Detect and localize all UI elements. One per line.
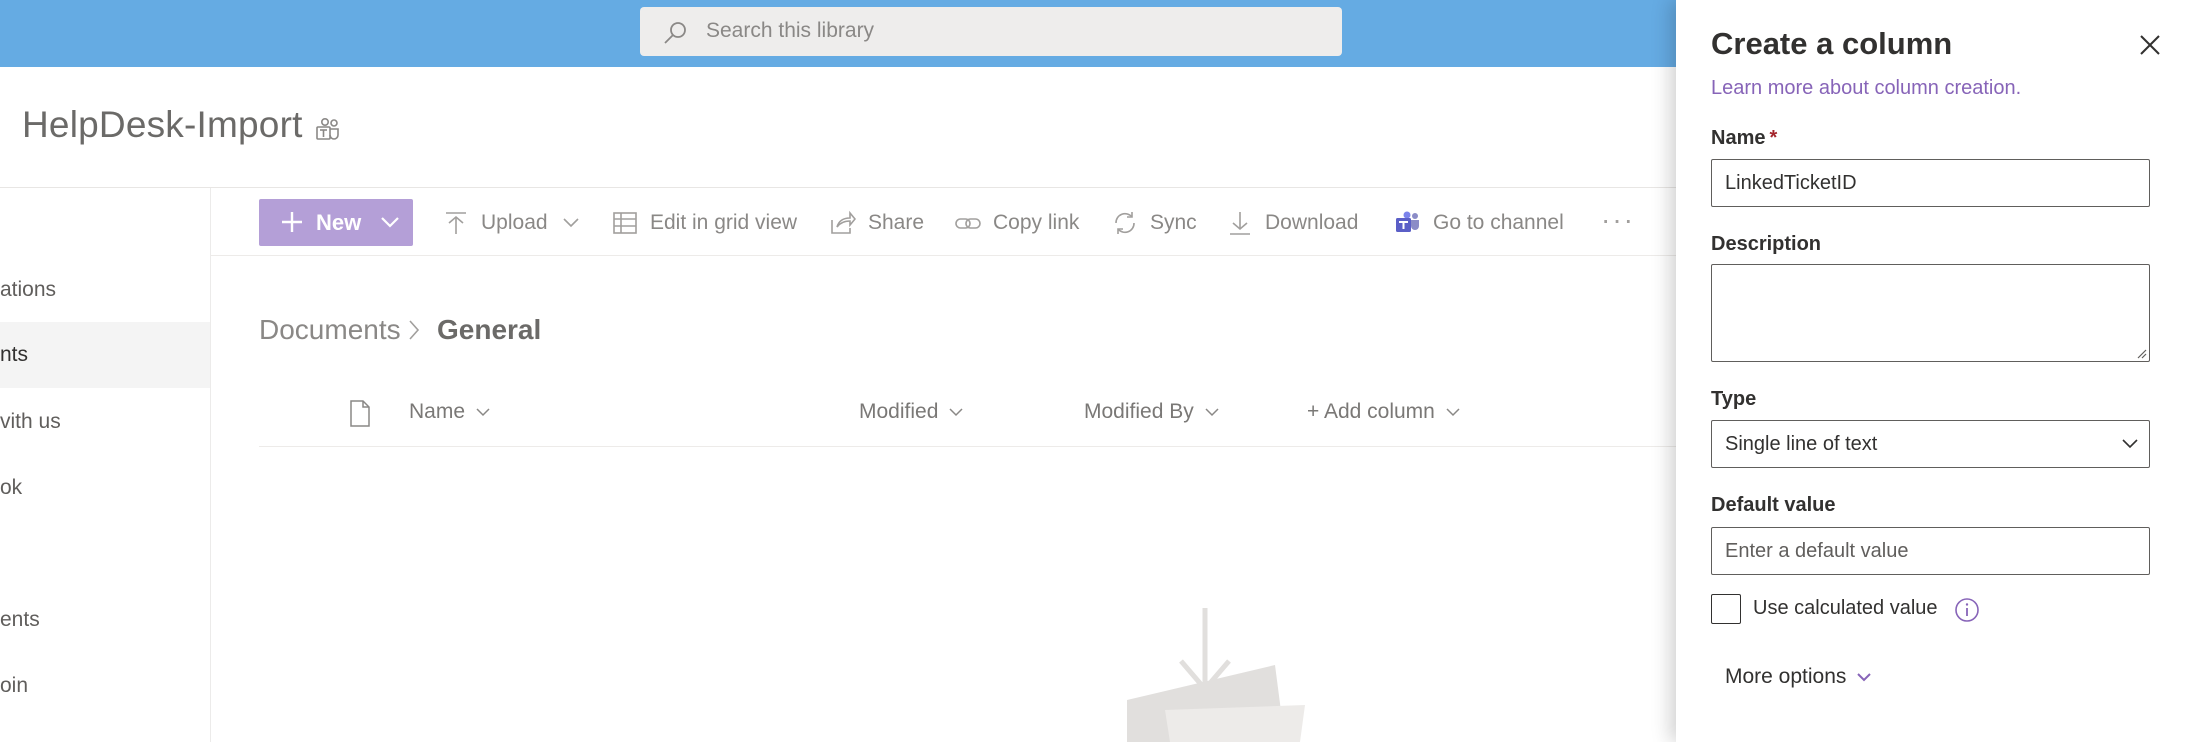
chevron-right-icon bbox=[409, 320, 420, 340]
title-divider bbox=[0, 187, 1676, 188]
share-button[interactable]: Share bbox=[830, 207, 924, 239]
link-icon bbox=[955, 218, 981, 229]
chevron-down-icon bbox=[381, 217, 399, 228]
default-value-label: Default value bbox=[1711, 494, 1836, 516]
chevron-down-icon bbox=[2122, 439, 2138, 449]
file-type-icon bbox=[350, 400, 370, 427]
left-nav-item-3[interactable]: vith us bbox=[0, 389, 210, 455]
site-title: HelpDesk-Import bbox=[22, 104, 303, 145]
left-nav-item-1[interactable]: ations bbox=[0, 257, 210, 323]
chevron-down-icon bbox=[1857, 672, 1872, 681]
sync-button[interactable]: Sync bbox=[1112, 207, 1197, 239]
info-icon[interactable] bbox=[1954, 597, 1980, 623]
learn-more-link[interactable]: Learn more about column creation. bbox=[1711, 77, 2021, 100]
create-column-panel: Create a column Learn more about column … bbox=[1676, 0, 2185, 742]
left-nav-item-5[interactable]: ents bbox=[0, 587, 210, 653]
new-button-label: New bbox=[316, 210, 362, 235]
command-bar-divider bbox=[211, 255, 1676, 256]
column-header-modified-by[interactable]: Modified By bbox=[1084, 400, 1220, 424]
search-box[interactable]: Search this library bbox=[640, 7, 1342, 56]
default-value-field[interactable]: Enter a default value bbox=[1711, 527, 2150, 575]
copy-link-button[interactable]: Copy link bbox=[955, 207, 1079, 239]
upload-icon bbox=[446, 212, 466, 234]
plus-icon bbox=[282, 212, 302, 232]
add-column-button[interactable]: + Add column bbox=[1307, 400, 1461, 424]
chevron-down-icon bbox=[1205, 407, 1219, 416]
required-marker: * bbox=[1769, 127, 1778, 149]
more-actions-button[interactable]: ··· bbox=[1601, 204, 1635, 236]
header-divider bbox=[259, 446, 1676, 447]
type-label: Type bbox=[1711, 388, 1757, 410]
column-header-name[interactable]: Name bbox=[409, 400, 491, 424]
left-nav-item-2[interactable]: nts bbox=[0, 322, 210, 388]
left-nav-border bbox=[210, 188, 211, 742]
panel-title: Create a column bbox=[1711, 26, 1953, 61]
description-label: Description bbox=[1711, 233, 1822, 255]
chevron-down-icon bbox=[1446, 407, 1460, 416]
type-dropdown[interactable]: Single line of text bbox=[1711, 420, 2150, 468]
search-icon bbox=[664, 22, 686, 44]
empty-folder-illustration bbox=[1127, 608, 1305, 742]
download-icon bbox=[1230, 212, 1250, 235]
use-calculated-value-label[interactable]: Use calculated value bbox=[1753, 597, 1938, 620]
search-input[interactable]: Search this library bbox=[706, 19, 874, 43]
sync-icon bbox=[1115, 212, 1135, 234]
chevron-down-icon bbox=[476, 407, 490, 416]
left-nav-item-6[interactable]: oin bbox=[0, 653, 210, 719]
grid-icon bbox=[613, 212, 637, 234]
download-button[interactable]: Download bbox=[1227, 207, 1358, 239]
breadcrumb-current: General bbox=[437, 314, 542, 345]
teams-icon[interactable] bbox=[315, 118, 341, 142]
left-nav-item-4[interactable]: ok bbox=[0, 455, 210, 521]
share-icon bbox=[831, 210, 856, 234]
description-field[interactable] bbox=[1711, 264, 2150, 362]
use-calculated-value-checkbox[interactable] bbox=[1711, 594, 1741, 624]
resize-grip-icon[interactable] bbox=[2135, 347, 2147, 359]
upload-button[interactable]: Upload bbox=[443, 207, 580, 239]
new-button[interactable]: New bbox=[259, 199, 413, 246]
chevron-down-icon bbox=[949, 407, 963, 416]
chevron-down-icon bbox=[562, 218, 579, 228]
edit-grid-view-button[interactable]: Edit in grid view bbox=[612, 207, 797, 239]
teams-icon bbox=[1396, 211, 1419, 232]
name-field[interactable]: LinkedTicketID bbox=[1711, 159, 2150, 207]
close-icon[interactable] bbox=[2139, 34, 2161, 56]
column-header-modified[interactable]: Modified bbox=[859, 400, 964, 424]
name-label: Name * bbox=[1711, 127, 1778, 149]
more-options-button[interactable]: More options bbox=[1725, 665, 1872, 689]
go-to-channel-button[interactable]: Go to channel bbox=[1395, 207, 1564, 239]
breadcrumb-documents[interactable]: Documents bbox=[259, 314, 401, 346]
